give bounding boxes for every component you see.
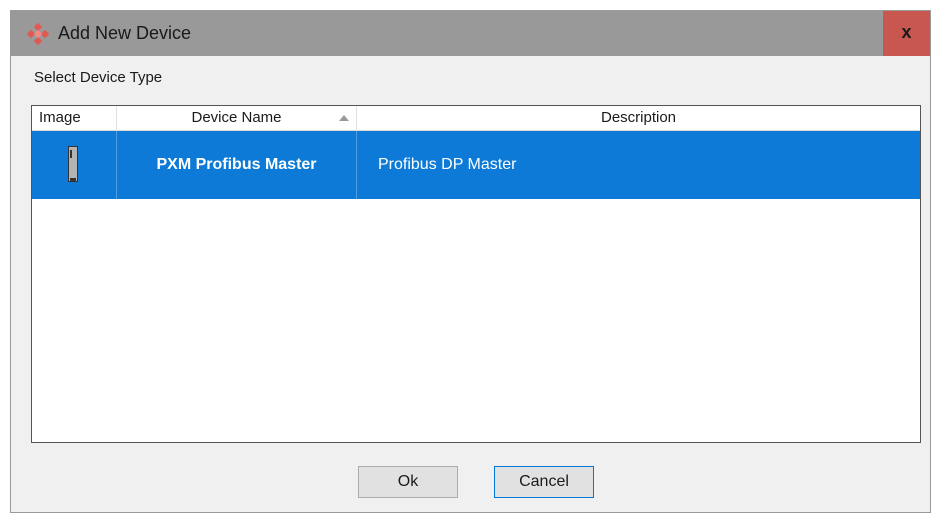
row-device-name: PXM Profibus Master — [117, 131, 357, 199]
device-type-grid[interactable]: Image Device Name Description PXM Profib… — [31, 105, 921, 443]
cancel-button[interactable]: Cancel — [494, 466, 594, 498]
row-description: Profibus DP Master — [378, 156, 517, 173]
column-header-device-name[interactable]: Device Name — [117, 106, 357, 130]
title-bar[interactable]: Add New Device x — [11, 11, 930, 56]
table-row[interactable]: PXM Profibus Master Profibus DP Master — [32, 131, 920, 199]
device-module-icon — [68, 146, 78, 182]
column-header-image[interactable]: Image — [32, 106, 117, 130]
add-device-dialog: Add New Device x Select Device Type Imag… — [10, 10, 931, 513]
sort-ascending-icon — [339, 115, 349, 121]
close-button[interactable]: x — [883, 11, 930, 56]
grid-header: Image Device Name Description — [32, 106, 920, 131]
ok-button[interactable]: Ok — [358, 466, 458, 498]
column-header-description[interactable]: Description — [357, 106, 920, 130]
select-device-type-label: Select Device Type — [34, 69, 163, 86]
window-title: Add New Device — [58, 23, 192, 43]
app-logo-icon — [27, 23, 49, 45]
row-image-cell — [32, 131, 117, 199]
